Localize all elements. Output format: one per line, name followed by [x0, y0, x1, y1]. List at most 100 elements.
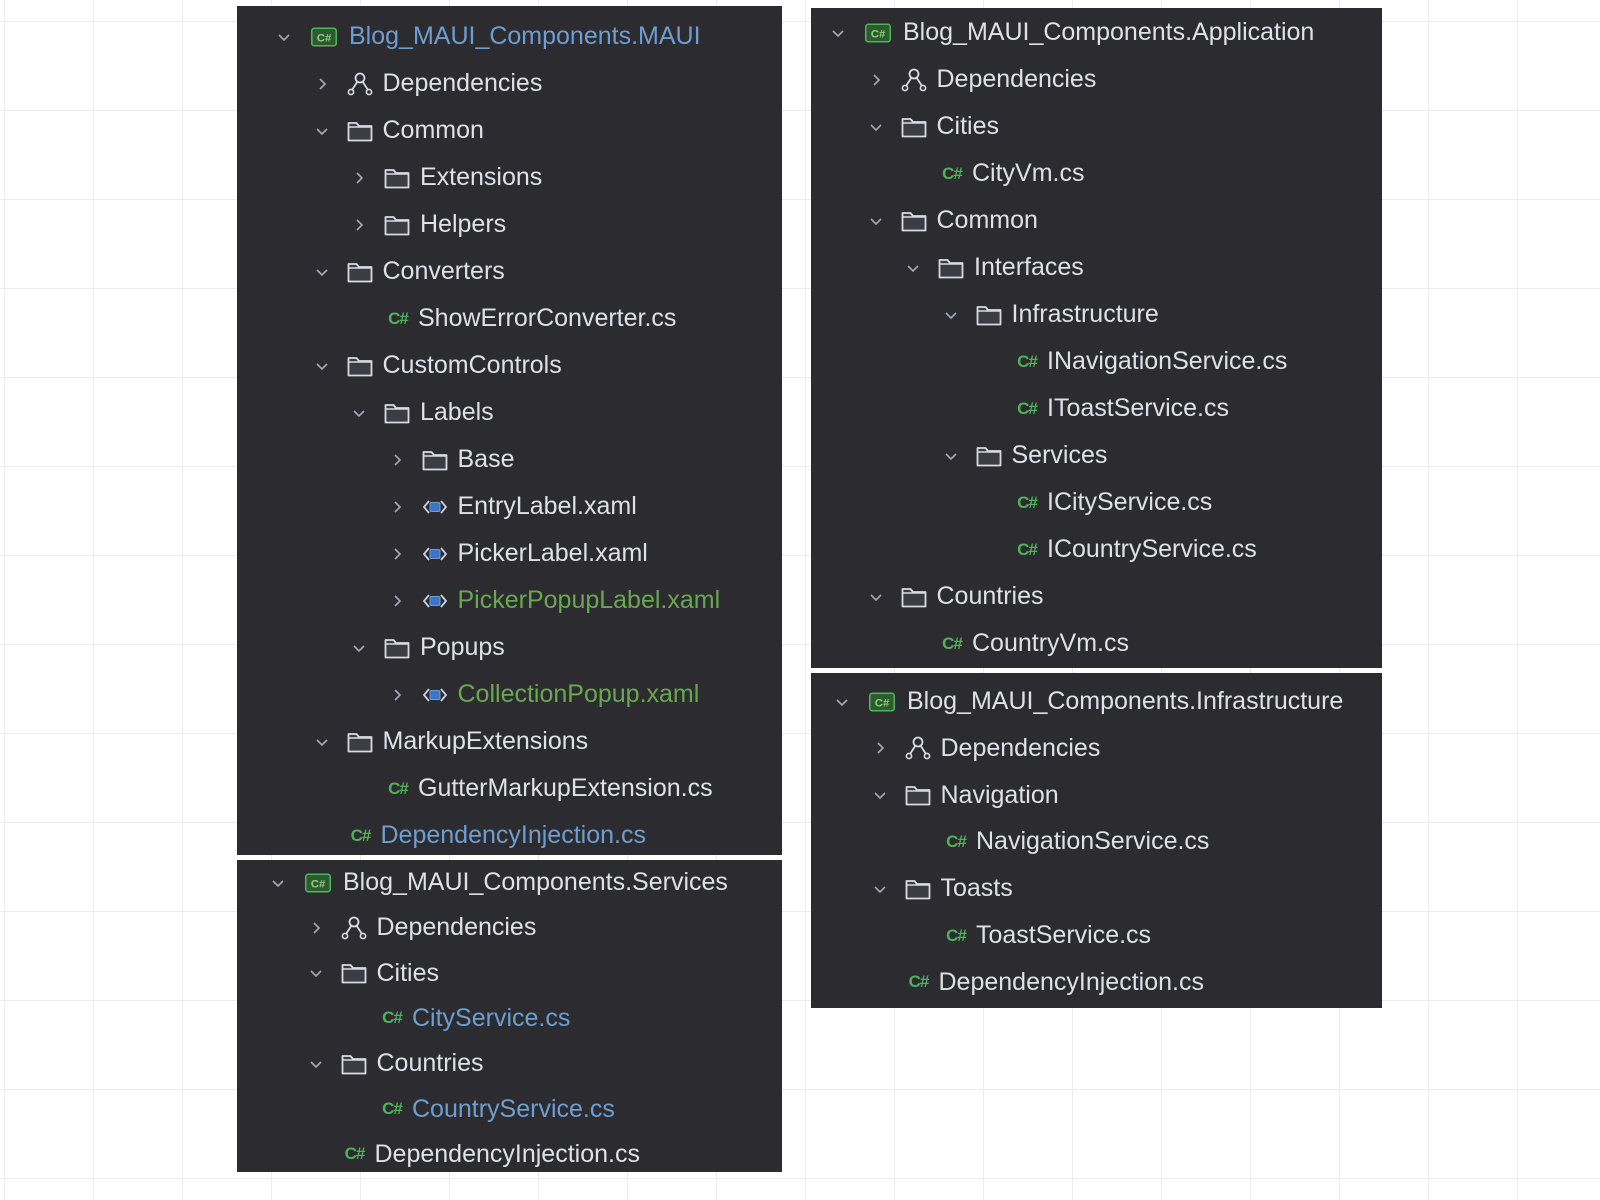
tree-item[interactable]: C# DependencyInjection.cs — [237, 1131, 640, 1178]
tree-item[interactable]: C# ToastService.cs — [811, 912, 1151, 959]
tree-item[interactable]: Countries — [811, 573, 1044, 620]
chevron-down-icon[interactable] — [311, 261, 333, 283]
tree-item[interactable]: C# CityService.cs — [237, 995, 570, 1042]
tree-item[interactable]: Dependencies — [811, 725, 1100, 772]
csharp-file-icon: C# — [942, 163, 963, 183]
tree-item[interactable]: Cities — [811, 103, 999, 150]
tree-item[interactable]: Dependencies — [237, 60, 542, 107]
tree-item[interactable]: EntryLabel.xaml — [237, 483, 637, 530]
chevron-right-icon[interactable] — [386, 590, 408, 612]
chevron-down-icon[interactable] — [940, 304, 962, 326]
tree-item-label: DependencyInjection.cs — [938, 967, 1204, 996]
chevron-down-icon[interactable] — [348, 402, 370, 424]
tree-item[interactable]: C# DependencyInjection.cs — [811, 959, 1204, 1006]
chevron-right-icon[interactable] — [305, 917, 327, 939]
chevron-down-icon[interactable] — [827, 22, 849, 44]
tree-item[interactable]: C# Blog_MAUI_Components.Infrastructure — [811, 678, 1343, 725]
tree-item[interactable]: Extensions — [237, 154, 542, 201]
chevron-down-icon[interactable] — [305, 1053, 327, 1075]
tree-item[interactable]: C# Blog_MAUI_Components.Services — [237, 859, 728, 906]
chevron-down-icon[interactable] — [865, 210, 887, 232]
tree-item-label: Converters — [382, 257, 505, 285]
tree-item[interactable]: Popups — [237, 624, 505, 671]
chevron-down-icon[interactable] — [902, 257, 924, 279]
chevron-down-icon[interactable] — [940, 445, 962, 467]
tree-item[interactable]: C# INavigationService.cs — [811, 338, 1287, 385]
chevron-down-icon[interactable] — [831, 691, 853, 713]
tree-item-label: Countries — [376, 1049, 484, 1078]
folder-icon — [345, 259, 375, 285]
tree-item[interactable]: MarkupExtensions — [237, 718, 588, 765]
tree-item[interactable]: C# GutterMarkupExtension.cs — [237, 765, 712, 812]
chevron-right-icon[interactable] — [386, 449, 408, 471]
tree-item[interactable]: Common — [811, 197, 1038, 244]
chevron-down-icon[interactable] — [305, 962, 327, 984]
folder-icon — [974, 443, 1004, 469]
tree-item[interactable]: PickerPopupLabel.xaml — [237, 577, 720, 624]
chevron-down-icon[interactable] — [273, 26, 295, 48]
tree-item[interactable]: CollectionPopup.xaml — [237, 671, 699, 718]
tree-item[interactable]: C# Blog_MAUI_Components.MAUI — [237, 13, 701, 60]
chevron-down-icon[interactable] — [865, 116, 887, 138]
folder-icon — [899, 584, 929, 610]
chevron-down-icon[interactable] — [311, 731, 333, 753]
chevron-right-icon[interactable] — [386, 496, 408, 518]
tree-item[interactable]: CustomControls — [237, 342, 562, 389]
folder-icon — [345, 729, 375, 755]
tree-item-label: Blog_MAUI_Components.Services — [343, 868, 728, 896]
chevron-right-icon[interactable] — [869, 737, 891, 759]
tree-item[interactable]: C# IToastService.cs — [811, 385, 1229, 432]
tree-item-label: Common — [936, 206, 1038, 234]
chevron-right-icon[interactable] — [386, 543, 408, 565]
chevron-down-icon[interactable] — [869, 784, 891, 806]
tree-item[interactable]: Infrastructure — [811, 291, 1159, 338]
tree-item[interactable]: Interfaces — [811, 244, 1084, 291]
tree-item[interactable]: Helpers — [237, 201, 506, 248]
folder-icon — [899, 208, 929, 234]
chevron-down-icon[interactable] — [311, 120, 333, 142]
tree-item[interactable]: Dependencies — [811, 56, 1096, 103]
tree-item[interactable]: Converters — [237, 248, 505, 295]
csharp-file-icon: C# — [1017, 398, 1038, 418]
tree-item[interactable]: Countries — [237, 1040, 484, 1087]
tree-item[interactable]: Base — [237, 436, 514, 483]
chevron-down-icon[interactable] — [311, 355, 333, 377]
tree-item-label: Toasts — [940, 874, 1013, 903]
dependencies-icon — [899, 67, 929, 93]
tree-item-label: Labels — [420, 398, 494, 426]
tree-item-label: Cities — [936, 112, 1000, 140]
tree-item-label: Base — [457, 445, 515, 473]
tree-item[interactable]: Common — [237, 107, 484, 154]
chevron-down-icon[interactable] — [865, 586, 887, 608]
tree-item[interactable]: C# CityVm.cs — [811, 150, 1085, 197]
folder-icon — [382, 400, 412, 426]
tree-item-label: CityVm.cs — [972, 159, 1085, 187]
folder-icon — [936, 255, 966, 281]
tree-item[interactable]: C# ICountryService.cs — [811, 526, 1257, 573]
chevron-down-icon[interactable] — [267, 872, 289, 894]
tree-item[interactable]: C# Blog_MAUI_Components.Application — [811, 9, 1314, 56]
chevron-down-icon[interactable] — [348, 637, 370, 659]
csharp-file-icon: C# — [382, 1099, 403, 1118]
chevron-right-icon[interactable] — [311, 73, 333, 95]
tree-item[interactable]: Toasts — [811, 865, 1013, 912]
chevron-right-icon[interactable] — [348, 167, 370, 189]
chevron-down-icon[interactable] — [869, 878, 891, 900]
tree-item[interactable]: C# ICityService.cs — [811, 479, 1212, 526]
chevron-right-icon[interactable] — [348, 214, 370, 236]
tree-item[interactable]: Cities — [237, 950, 439, 997]
tree-item[interactable]: Dependencies — [237, 904, 536, 951]
chevron-right-icon[interactable] — [865, 69, 887, 91]
tree-item[interactable]: C# CountryVm.cs — [811, 620, 1129, 667]
tree-item[interactable]: C# ShowErrorConverter.cs — [237, 295, 676, 342]
tree-item-label: CityService.cs — [412, 1003, 571, 1032]
svg-text:C#: C# — [311, 878, 326, 890]
tree-item[interactable]: PickerLabel.xaml — [237, 530, 648, 577]
tree-item[interactable]: C# CountryService.cs — [237, 1086, 615, 1133]
tree-item[interactable]: Navigation — [811, 772, 1059, 819]
tree-item[interactable]: C# NavigationService.cs — [811, 818, 1209, 865]
tree-item[interactable]: C# DependencyInjection.cs — [237, 812, 646, 859]
tree-item[interactable]: Labels — [237, 389, 494, 436]
tree-item[interactable]: Services — [811, 432, 1107, 479]
chevron-right-icon[interactable] — [386, 684, 408, 706]
